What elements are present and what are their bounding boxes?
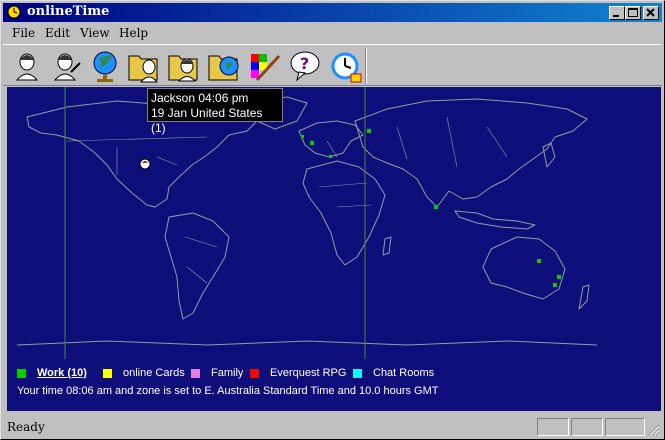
minimize-button[interactable]	[609, 6, 625, 20]
location-tooltip: Jackson 04:06 pm 19 Jan United States (1…	[147, 88, 283, 135]
location-marker	[434, 205, 438, 209]
close-button[interactable]	[643, 6, 659, 20]
person-edit-icon	[53, 53, 81, 81]
title-bar[interactable]: onlineTime	[3, 3, 662, 22]
antarctica-outline	[16, 340, 598, 346]
person-icon	[15, 53, 39, 81]
world-map[interactable]	[7, 87, 605, 359]
indonesia-outline	[454, 210, 536, 230]
palette-icon	[251, 54, 281, 82]
map-side-panel	[605, 87, 661, 359]
selected-location-pin	[139, 158, 151, 170]
madagascar-outline	[382, 236, 392, 256]
world-map-graphic	[16, 87, 598, 359]
toolbar-button-person-edit[interactable]	[47, 48, 83, 84]
legend-label: Chat Rooms	[373, 367, 435, 379]
status-text: Ready	[7, 420, 45, 434]
location-marker	[310, 141, 314, 145]
toolbar-button-folder-globe[interactable]	[207, 48, 243, 84]
toolbar-button-folder-people[interactable]	[167, 48, 203, 84]
app-window: onlineTime File Edit View Help ? Jackson…	[0, 0, 665, 440]
new-zealand-outline	[578, 284, 590, 310]
close-icon	[646, 8, 655, 17]
status-bar: Ready	[3, 417, 662, 438]
legend-swatch	[191, 369, 200, 378]
legend-label: online Cards	[123, 367, 185, 379]
local-time-info: Your time 08:06 am and zone is set to E.…	[17, 385, 439, 397]
app-icon[interactable]	[6, 5, 22, 20]
location-marker	[301, 135, 304, 138]
folder-person-icon	[128, 55, 159, 83]
status-pane	[571, 418, 603, 436]
folder-globe-icon	[208, 55, 239, 81]
location-marker	[553, 283, 557, 287]
legend-swatch	[103, 369, 112, 378]
menu-bar: File Edit View Help	[3, 24, 662, 42]
window-title: onlineTime	[27, 4, 110, 19]
toolbar-button-palette[interactable]	[247, 48, 283, 84]
location-marker	[367, 129, 371, 133]
minimize-icon	[613, 15, 619, 17]
resize-grip-icon[interactable]	[648, 424, 660, 436]
country-borders	[66, 116, 508, 284]
toolbar-button-person[interactable]	[9, 48, 45, 84]
globe-icon	[93, 51, 117, 82]
folder-people-icon	[168, 55, 198, 82]
svg-text:?: ?	[300, 54, 309, 73]
legend-label: Everquest RPG	[270, 367, 347, 379]
legend-swatch	[353, 369, 362, 378]
status-pane	[537, 418, 569, 436]
legend-swatch	[17, 369, 26, 378]
legend-panel: Work (10) online Cards Family Everquest …	[7, 359, 661, 411]
menu-view[interactable]: View	[80, 26, 110, 40]
toolbar: ?	[3, 44, 662, 86]
maximize-button[interactable]	[625, 6, 641, 20]
tooltip-date-country: 19 Jan United States (1)	[151, 106, 263, 135]
menu-file[interactable]: File	[12, 26, 35, 40]
toolbar-button-help[interactable]: ?	[287, 48, 323, 84]
australia-outline	[482, 236, 566, 300]
alarm-clock-icon	[331, 52, 362, 83]
europe-outline	[298, 120, 364, 158]
legend-swatch	[250, 369, 259, 378]
toolbar-button-globe[interactable]	[87, 48, 123, 84]
menu-help[interactable]: Help	[119, 26, 148, 40]
location-marker	[557, 275, 561, 279]
legend-label: Work (10)	[37, 367, 87, 379]
legend-label: Family	[211, 367, 244, 379]
toolbar-separator	[365, 48, 367, 84]
toolbar-button-folder-person[interactable]	[127, 48, 163, 84]
africa-outline	[302, 160, 386, 266]
toolbar-button-alarm-clock[interactable]	[327, 48, 363, 84]
maximize-icon	[628, 8, 638, 17]
status-pane	[605, 418, 645, 436]
asia-outline	[354, 98, 588, 208]
tooltip-city-time: Jackson 04:06 pm	[151, 91, 249, 105]
menu-edit[interactable]: Edit	[45, 26, 70, 40]
help-bubble-icon: ?	[290, 51, 320, 82]
south-america-outline	[164, 212, 230, 320]
location-marker	[537, 259, 541, 263]
location-marker	[329, 155, 332, 158]
